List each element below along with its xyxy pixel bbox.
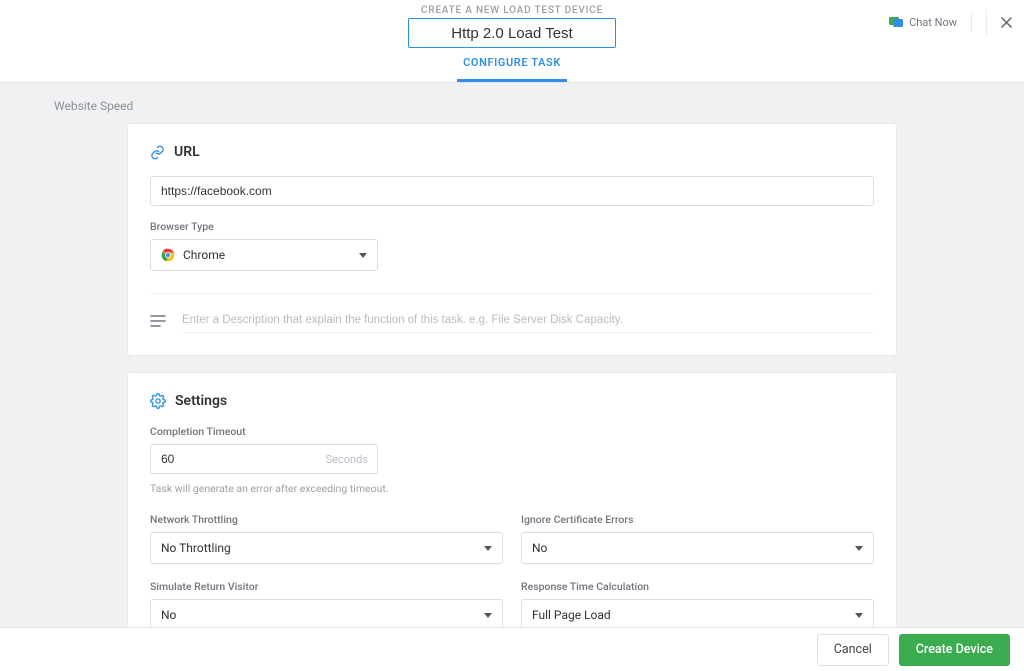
browser-type-label: Browser Type (150, 220, 874, 233)
settings-card: Settings Completion Timeout Seconds Task… (127, 372, 897, 627)
breadcrumb: Website Speed (0, 83, 1024, 123)
close-button[interactable] (986, 9, 1012, 35)
browser-type-select[interactable]: Chrome (150, 239, 378, 271)
header-actions: Chat Now (889, 9, 1012, 35)
device-name-input[interactable] (408, 18, 616, 48)
simulate-return-select[interactable]: No (150, 599, 503, 627)
completion-timeout-help: Task will generate an error after exceed… (150, 482, 874, 495)
completion-timeout-suffix: Seconds (326, 444, 368, 474)
chevron-down-icon (484, 546, 492, 551)
chat-now-button[interactable]: Chat Now (889, 16, 957, 29)
network-throttling-value: No Throttling (161, 541, 231, 555)
link-icon (150, 145, 165, 160)
description-icon (150, 315, 166, 327)
simulate-return-label: Simulate Return Visitor (150, 580, 503, 593)
tab-configure-task[interactable]: CONFIGURE TASK (457, 48, 567, 82)
cancel-button[interactable]: Cancel (817, 634, 889, 666)
description-input[interactable] (182, 308, 874, 333)
network-throttling-label: Network Throttling (150, 513, 503, 526)
tab-bar: CONFIGURE TASK (0, 48, 1024, 82)
divider (150, 293, 874, 294)
chat-icon (889, 16, 904, 29)
divider (971, 12, 972, 32)
device-name-wrap (0, 18, 1024, 48)
close-icon (1000, 16, 1013, 29)
create-device-button[interactable]: Create Device (899, 634, 1010, 666)
chrome-icon (161, 248, 175, 262)
simulate-return-value: No (161, 608, 176, 622)
url-section-header: URL (150, 144, 874, 160)
url-card: URL Browser Type Chrome (127, 123, 897, 356)
response-calc-select[interactable]: Full Page Load (521, 599, 874, 627)
content-area[interactable]: Website Speed URL Browser Type (0, 83, 1024, 627)
chevron-down-icon (484, 613, 492, 618)
chevron-down-icon (359, 253, 367, 258)
response-calc-label: Response Time Calculation (521, 580, 874, 593)
gear-icon (150, 393, 166, 409)
modal-header: CREATE A NEW LOAD TEST DEVICE CONFIGURE … (0, 0, 1024, 83)
ignore-cert-value: No (532, 541, 547, 555)
url-section-title: URL (174, 144, 200, 160)
ignore-cert-select[interactable]: No (521, 532, 874, 564)
modal-footer: Cancel Create Device (0, 627, 1024, 671)
completion-timeout-label: Completion Timeout (150, 425, 874, 438)
settings-section-title: Settings (175, 393, 227, 409)
url-input[interactable] (150, 176, 874, 206)
chevron-down-icon (855, 613, 863, 618)
chevron-down-icon (855, 546, 863, 551)
completion-timeout-wrap: Seconds (150, 444, 378, 474)
browser-type-value: Chrome (183, 248, 225, 262)
response-calc-value: Full Page Load (532, 608, 611, 622)
description-row (150, 308, 874, 333)
ignore-cert-label: Ignore Certificate Errors (521, 513, 874, 526)
modal-title: CREATE A NEW LOAD TEST DEVICE (0, 0, 1024, 16)
chat-now-label: Chat Now (909, 16, 957, 29)
network-throttling-select[interactable]: No Throttling (150, 532, 503, 564)
settings-section-header: Settings (150, 393, 874, 409)
